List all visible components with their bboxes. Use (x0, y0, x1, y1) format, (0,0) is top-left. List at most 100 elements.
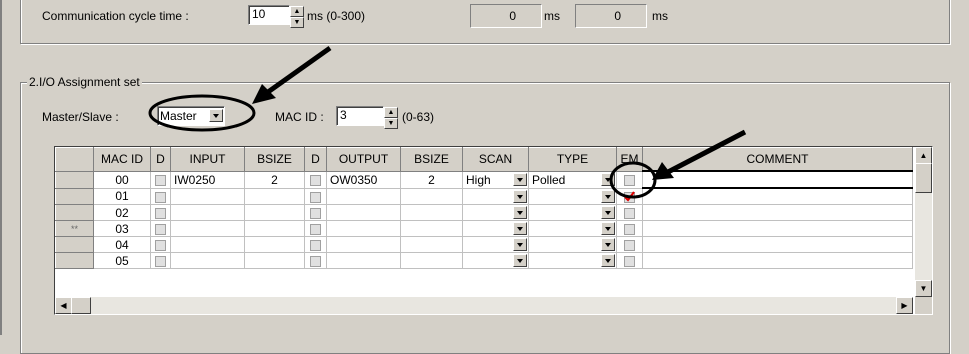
input-cell[interactable]: IW0250 (170, 170, 245, 189)
type-select[interactable] (528, 220, 617, 237)
output-cell[interactable] (326, 252, 401, 269)
row-marker[interactable]: ** (55, 220, 94, 237)
bsize-in-cell[interactable] (244, 204, 305, 221)
em-checkbox[interactable] (616, 252, 643, 269)
bsize-in-cell[interactable] (244, 236, 305, 253)
output-cell[interactable] (326, 236, 401, 253)
output-cell[interactable]: OW0350 (326, 170, 401, 189)
d-in-checkbox[interactable] (150, 170, 171, 189)
bsize-out-cell[interactable] (400, 220, 463, 237)
comment-cell[interactable] (642, 236, 913, 253)
comm-cycle-spinner[interactable]: ▲ ▼ (290, 6, 304, 28)
mac-id-input[interactable]: 3 (336, 106, 384, 126)
input-cell[interactable] (170, 220, 245, 237)
d-out-checkbox[interactable] (304, 170, 327, 189)
mac-id-cell[interactable]: 01 (93, 187, 151, 205)
output-cell[interactable] (326, 220, 401, 237)
input-cell[interactable] (170, 204, 245, 221)
bsize-out-cell[interactable] (400, 252, 463, 269)
d-in-checkbox[interactable] (150, 252, 171, 269)
chevron-down-icon[interactable] (513, 206, 527, 219)
d-out-checkbox[interactable] (304, 236, 327, 253)
comment-cell[interactable] (642, 220, 913, 237)
em-checkbox[interactable] (616, 236, 643, 253)
mac-id-cell[interactable]: 02 (93, 204, 151, 221)
spin-up-icon[interactable]: ▲ (384, 107, 398, 118)
em-checkbox[interactable] (616, 220, 643, 237)
table-row[interactable]: ** 03 (55, 220, 913, 237)
em-checkbox[interactable] (616, 204, 643, 221)
comment-cell[interactable] (642, 204, 913, 221)
scan-select[interactable] (462, 204, 529, 221)
d-out-checkbox[interactable] (304, 220, 327, 237)
input-cell[interactable] (170, 187, 245, 205)
table-row[interactable]: 00 IW0250 2 OW0350 2 High Polled (55, 170, 913, 189)
type-select[interactable] (528, 236, 617, 253)
comment-cell[interactable] (642, 187, 913, 205)
scroll-left-icon[interactable]: ◀ (55, 297, 72, 314)
bsize-out-cell[interactable]: 2 (400, 170, 463, 189)
chevron-down-icon[interactable] (209, 109, 223, 122)
mac-id-spinner[interactable]: ▲ ▼ (384, 107, 398, 129)
bsize-out-cell[interactable] (400, 187, 463, 205)
master-slave-select[interactable]: Master (157, 106, 225, 126)
input-cell[interactable] (170, 236, 245, 253)
chevron-down-icon[interactable] (601, 254, 615, 267)
d-out-checkbox[interactable] (304, 252, 327, 269)
bsize-in-cell[interactable] (244, 252, 305, 269)
chevron-down-icon[interactable] (513, 172, 527, 186)
table-row[interactable]: 01 (55, 187, 913, 205)
em-checkbox-checked[interactable] (616, 187, 643, 205)
bsize-in-cell[interactable] (244, 187, 305, 205)
chevron-down-icon[interactable] (601, 189, 615, 203)
scan-select[interactable] (462, 187, 529, 205)
scroll-right-icon[interactable]: ▶ (896, 297, 913, 314)
comment-cell[interactable] (642, 170, 913, 189)
d-out-checkbox[interactable] (304, 204, 327, 221)
chevron-down-icon[interactable] (513, 189, 527, 203)
spin-up-icon[interactable]: ▲ (290, 6, 304, 17)
d-in-checkbox[interactable] (150, 220, 171, 237)
mac-id-cell[interactable]: 04 (93, 236, 151, 253)
comment-cell[interactable] (642, 252, 913, 269)
vertical-scrollbar[interactable]: ▲ ▼ (915, 147, 932, 297)
type-select[interactable] (528, 252, 617, 269)
bsize-out-cell[interactable] (400, 204, 463, 221)
mac-id-cell[interactable]: 03 (93, 220, 151, 237)
chevron-down-icon[interactable] (601, 238, 615, 251)
row-marker[interactable] (55, 187, 94, 205)
chevron-down-icon[interactable] (513, 222, 527, 235)
row-marker[interactable] (55, 236, 94, 253)
d-in-checkbox[interactable] (150, 236, 171, 253)
spin-down-icon[interactable]: ▼ (290, 17, 304, 28)
bsize-out-cell[interactable] (400, 236, 463, 253)
scan-select[interactable] (462, 252, 529, 269)
output-cell[interactable] (326, 187, 401, 205)
row-marker[interactable] (55, 170, 94, 189)
mac-id-cell[interactable]: 05 (93, 252, 151, 269)
output-cell[interactable] (326, 204, 401, 221)
d-in-checkbox[interactable] (150, 204, 171, 221)
row-marker[interactable] (55, 204, 94, 221)
spin-down-icon[interactable]: ▼ (384, 118, 398, 129)
type-select[interactable] (528, 187, 617, 205)
scroll-h-thumb[interactable] (71, 297, 91, 314)
comm-cycle-input[interactable]: 10 (248, 5, 290, 25)
table-row[interactable]: 04 (55, 236, 913, 253)
scroll-thumb[interactable] (915, 163, 932, 193)
d-in-checkbox[interactable] (150, 187, 171, 205)
d-out-checkbox[interactable] (304, 187, 327, 205)
scan-select[interactable] (462, 220, 529, 237)
chevron-down-icon[interactable] (513, 254, 527, 267)
scan-select[interactable] (462, 236, 529, 253)
chevron-down-icon[interactable] (601, 172, 615, 186)
mac-id-cell[interactable]: 00 (93, 170, 151, 189)
chevron-down-icon[interactable] (513, 238, 527, 251)
chevron-down-icon[interactable] (601, 206, 615, 219)
chevron-down-icon[interactable] (601, 222, 615, 235)
type-select[interactable] (528, 204, 617, 221)
row-marker[interactable] (55, 252, 94, 269)
scroll-up-icon[interactable]: ▲ (915, 147, 932, 164)
table-row[interactable]: 02 (55, 204, 913, 221)
input-cell[interactable] (170, 252, 245, 269)
